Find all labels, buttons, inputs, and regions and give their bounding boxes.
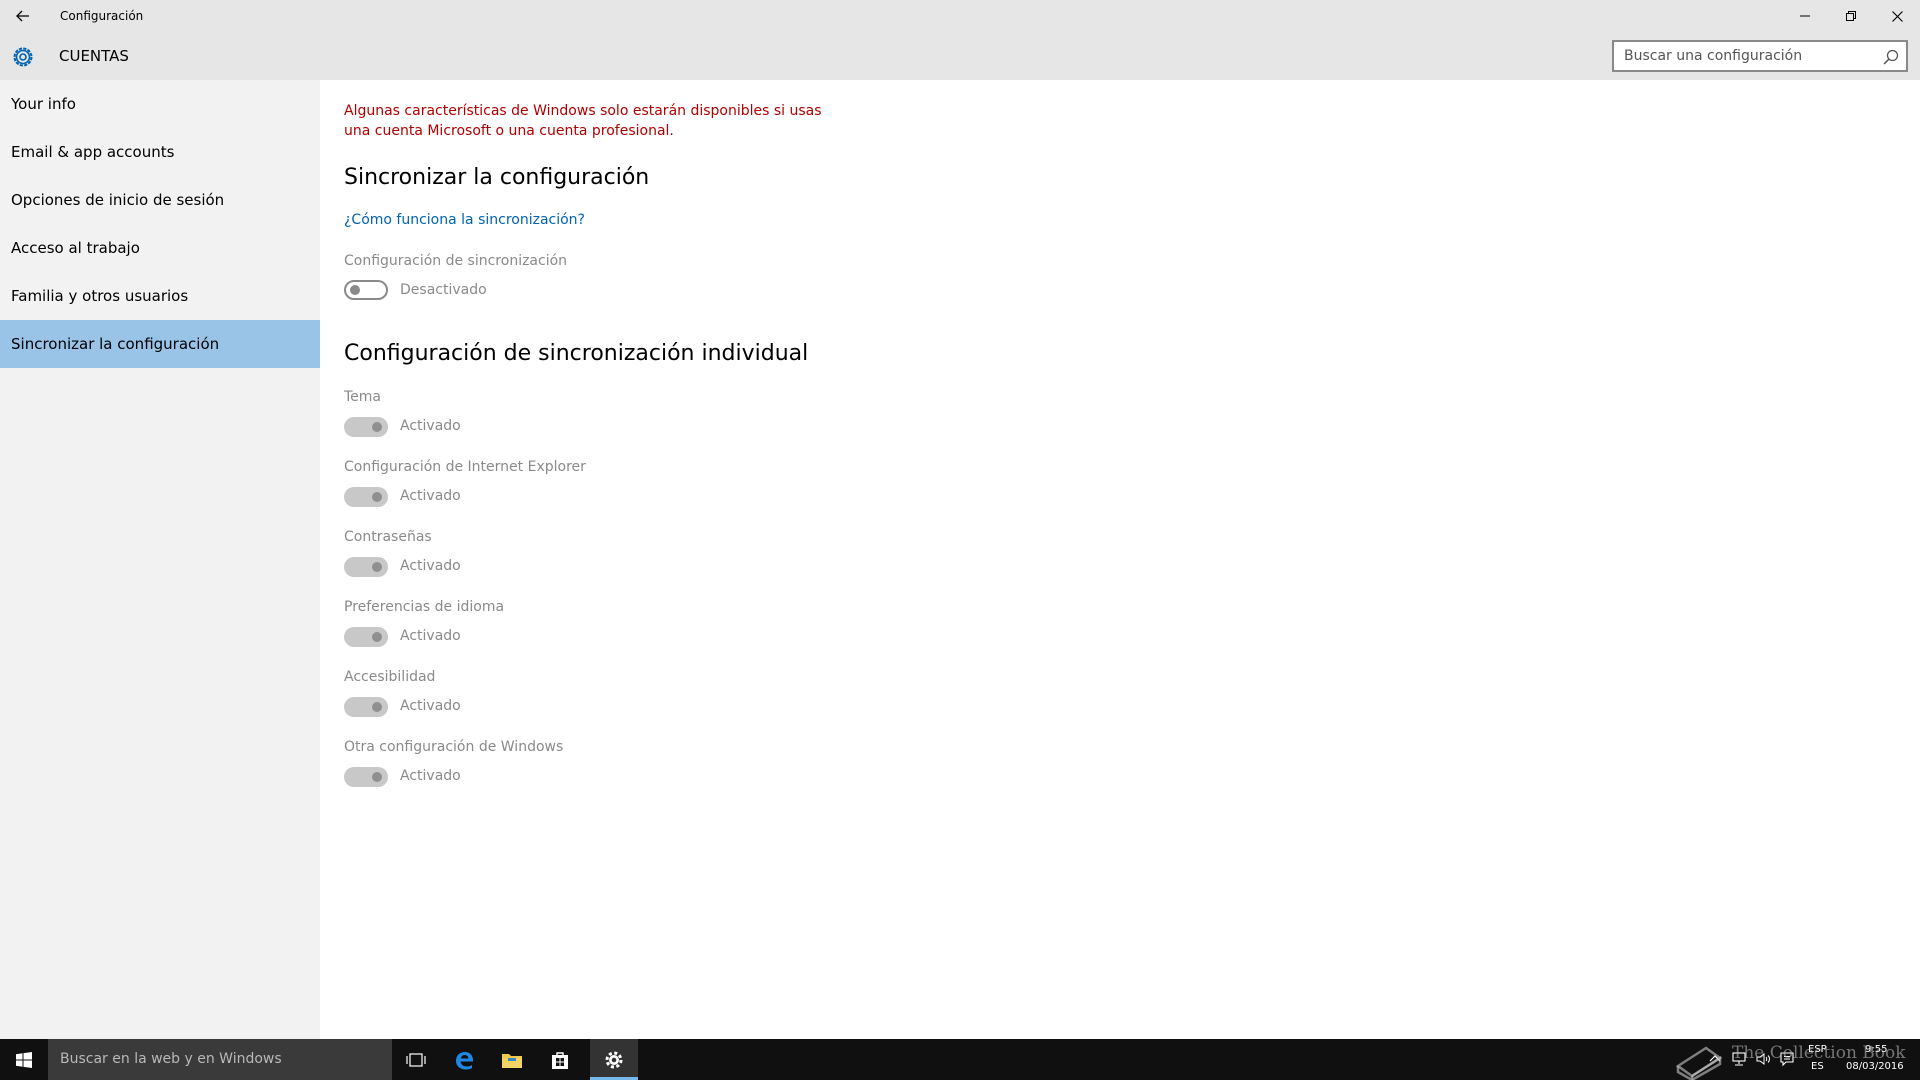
store-button[interactable]	[536, 1039, 584, 1080]
toggle-knob	[372, 422, 382, 432]
restore-button[interactable]	[1828, 0, 1874, 32]
account-warning: Algunas características de Windows solo …	[344, 101, 864, 141]
taskbar: Buscar en la web y en Windows ESP ES 9:5…	[0, 1039, 1920, 1080]
sidebar-item-family-users[interactable]: Familia y otros usuarios	[0, 272, 320, 320]
accessibility-toggle-state: Activado	[400, 698, 461, 714]
minimize-button[interactable]	[1782, 0, 1828, 32]
windows-logo-icon	[16, 1051, 32, 1068]
internet-explorer-toggle[interactable]	[344, 487, 388, 507]
sync-setting-label: Configuración de sincronización	[344, 253, 568, 269]
sidebar-item-sync-settings[interactable]: Sincronizar la configuración	[0, 320, 320, 368]
gear-icon	[605, 1051, 623, 1068]
passwords-label: Contraseñas	[344, 529, 432, 545]
toggle-knob	[350, 285, 360, 295]
network-icon[interactable]	[1731, 1051, 1747, 1067]
sync-heading: Sincronizar la configuración	[344, 165, 650, 190]
content-pane: Algunas características de Windows solo …	[344, 80, 1904, 1039]
task-view-icon	[406, 1052, 426, 1067]
warning-line-2: una cuenta Microsoft o una cuenta profes…	[344, 123, 674, 139]
folder-icon	[502, 1053, 522, 1068]
back-arrow-icon	[16, 10, 29, 22]
search-box[interactable]	[1612, 40, 1908, 72]
start-button[interactable]	[0, 1039, 48, 1080]
action-center-icon[interactable]	[1779, 1051, 1795, 1067]
close-icon	[1891, 10, 1903, 22]
minimize-icon	[1800, 15, 1810, 17]
accessibility-label: Accesibilidad	[344, 669, 436, 685]
settings-header: CUENTAS	[0, 32, 1920, 80]
language-prefs-toggle-state: Activado	[400, 628, 461, 644]
accessibility-toggle[interactable]	[344, 697, 388, 717]
volume-icon[interactable]	[1755, 1051, 1771, 1067]
edge-button[interactable]	[440, 1039, 488, 1080]
sync-toggle-state: Desactivado	[400, 282, 487, 298]
clock-time[interactable]: 9:55	[1865, 1044, 1887, 1055]
section-title: CUENTAS	[59, 47, 129, 65]
title-bar: Configuración	[0, 0, 1920, 32]
passwords-toggle-state: Activado	[400, 558, 461, 574]
taskbar-search-box[interactable]: Buscar en la web y en Windows	[48, 1039, 392, 1080]
sidebar-item-email-app-accounts[interactable]: Email & app accounts	[0, 128, 320, 176]
edge-icon	[456, 1051, 473, 1069]
sidebar-item-sign-in-options[interactable]: Opciones de inicio de sesión	[0, 176, 320, 224]
sidebar: Your info Email & app accounts Opciones …	[0, 80, 320, 1039]
internet-explorer-toggle-state: Activado	[400, 488, 461, 504]
warning-line-1: Algunas características de Windows solo …	[344, 103, 822, 119]
other-windows-settings-label: Otra configuración de Windows	[344, 739, 564, 755]
search-icon[interactable]	[1882, 48, 1900, 66]
restore-icon	[1846, 11, 1856, 21]
other-windows-settings-toggle[interactable]	[344, 767, 388, 787]
language-prefs-toggle[interactable]	[344, 627, 388, 647]
chevron-up-icon[interactable]	[1707, 1051, 1723, 1067]
back-button[interactable]	[0, 0, 46, 32]
keyboard-layout[interactable]: ES	[1811, 1061, 1824, 1072]
how-sync-works-link[interactable]: ¿Cómo funciona la sincronización?	[344, 212, 585, 228]
other-windows-settings-toggle-state: Activado	[400, 768, 461, 784]
settings-taskbar-button[interactable]	[590, 1039, 638, 1080]
gear-icon	[13, 47, 33, 67]
sync-toggle[interactable]	[344, 280, 388, 300]
taskbar-search-text: Buscar en la web y en Windows	[60, 1051, 282, 1067]
clock-date[interactable]: 08/03/2016	[1846, 1061, 1904, 1072]
toggle-knob	[372, 702, 382, 712]
language-prefs-label: Preferencias de idioma	[344, 599, 505, 615]
theme-toggle[interactable]	[344, 417, 388, 437]
theme-label: Tema	[344, 389, 382, 405]
toggle-knob	[372, 632, 382, 642]
search-input[interactable]	[1614, 42, 1874, 70]
close-button[interactable]	[1874, 0, 1920, 32]
toggle-knob	[372, 562, 382, 572]
sidebar-item-work-access[interactable]: Acceso al trabajo	[0, 224, 320, 272]
toggle-knob	[372, 772, 382, 782]
individual-sync-heading: Configuración de sincronización individu…	[344, 341, 809, 366]
task-view-button[interactable]	[392, 1039, 440, 1080]
passwords-toggle[interactable]	[344, 557, 388, 577]
store-bag-icon	[552, 1051, 568, 1069]
internet-explorer-label: Configuración de Internet Explorer	[344, 459, 586, 475]
toggle-knob	[372, 492, 382, 502]
window-title: Configuración	[60, 9, 144, 23]
file-explorer-button[interactable]	[488, 1039, 536, 1080]
theme-toggle-state: Activado	[400, 418, 461, 434]
input-language[interactable]: ESP	[1808, 1044, 1827, 1055]
sidebar-item-your-info[interactable]: Your info	[0, 80, 320, 128]
